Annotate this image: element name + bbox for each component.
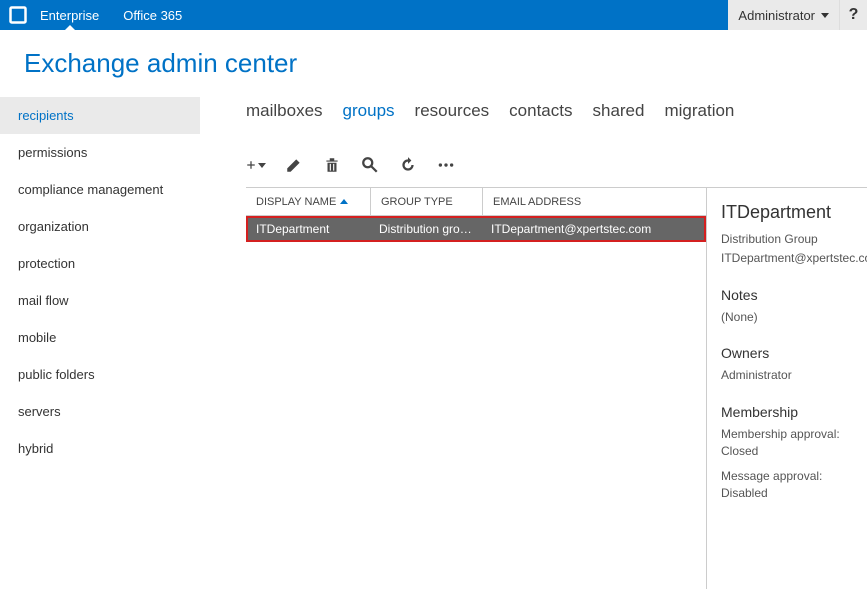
subtab-label: mailboxes — [246, 101, 323, 120]
sidebar-item-compliance[interactable]: compliance management — [0, 171, 200, 208]
details-grouptype: Distribution Group — [721, 231, 861, 248]
topbar-tab-enterprise[interactable]: Enterprise — [28, 0, 111, 30]
sidebar-item-mobile[interactable]: mobile — [0, 319, 200, 356]
sidebar-item-recipients[interactable]: recipients — [0, 97, 200, 134]
tab-label: Enterprise — [40, 8, 99, 23]
column-label: DISPLAY NAME — [256, 196, 336, 208]
more-button[interactable] — [436, 155, 456, 175]
details-message-approval-value: Disabled — [721, 485, 861, 502]
search-icon — [361, 156, 379, 174]
details-owners-value: Administrator — [721, 367, 861, 384]
topbar-tab-office365[interactable]: Office 365 — [111, 0, 194, 30]
column-label: EMAIL ADDRESS — [493, 196, 581, 208]
pencil-icon — [285, 156, 303, 174]
sidebar-item-permissions[interactable]: permissions — [0, 134, 200, 171]
plus-icon — [246, 156, 256, 174]
subtab-contacts[interactable]: contacts — [509, 101, 572, 121]
sidebar-item-label: mail flow — [18, 293, 69, 308]
details-message-approval-label: Message approval: — [721, 468, 861, 485]
sidebar-item-label: protection — [18, 256, 75, 271]
sidebar-item-servers[interactable]: servers — [0, 393, 200, 430]
subtab-label: groups — [343, 101, 395, 120]
help-icon: ? — [849, 6, 859, 24]
subtab-label: resources — [415, 101, 490, 120]
toolbar — [246, 149, 867, 187]
sidebar-item-label: organization — [18, 219, 89, 234]
subtab-resources[interactable]: resources — [415, 101, 490, 121]
column-label: GROUP TYPE — [381, 196, 453, 208]
subtab-label: migration — [664, 101, 734, 120]
details-pane: ITDepartment Distribution Group ITDepart… — [706, 187, 867, 589]
groups-table: DISPLAY NAME GROUP TYPE EMAIL ADDRESS IT… — [246, 187, 706, 589]
details-section-membership: Membership — [721, 404, 861, 420]
details-title: ITDepartment — [721, 202, 861, 223]
details-email: ITDepartment@xpertstec.com — [721, 250, 861, 267]
user-label: Administrator — [738, 8, 815, 23]
subtabs: mailboxes groups resources contacts shar… — [246, 97, 867, 149]
sidebar-item-label: recipients — [18, 108, 74, 123]
office-logo-icon — [8, 5, 28, 25]
caret-down-icon — [258, 163, 266, 168]
trash-icon — [323, 156, 341, 174]
cell-displayname: ITDepartment — [248, 222, 371, 236]
details-notes-value: (None) — [721, 309, 861, 326]
subtab-groups[interactable]: groups — [343, 101, 395, 121]
sidebar-item-publicfolders[interactable]: public folders — [0, 356, 200, 393]
subtab-migration[interactable]: migration — [664, 101, 734, 121]
sidebar-item-mailflow[interactable]: mail flow — [0, 282, 200, 319]
column-header-grouptype[interactable]: GROUP TYPE — [371, 188, 483, 215]
refresh-icon — [399, 156, 417, 174]
user-dropdown[interactable]: Administrator — [728, 0, 839, 30]
ellipsis-icon — [437, 156, 455, 174]
sort-ascending-icon — [340, 199, 348, 204]
sidebar-item-label: servers — [18, 404, 61, 419]
sidebar-item-label: permissions — [18, 145, 87, 160]
table-header: DISPLAY NAME GROUP TYPE EMAIL ADDRESS — [246, 188, 706, 216]
column-header-displayname[interactable]: DISPLAY NAME — [246, 188, 371, 215]
table-row[interactable]: ITDepartment Distribution gro… ITDepartm… — [246, 216, 706, 242]
sidebar-item-label: mobile — [18, 330, 56, 345]
sidebar: recipients permissions compliance manage… — [0, 97, 200, 589]
tab-label: Office 365 — [123, 8, 182, 23]
details-membership-approval-label: Membership approval: — [721, 426, 861, 443]
edit-button[interactable] — [284, 155, 304, 175]
sidebar-item-hybrid[interactable]: hybrid — [0, 430, 200, 467]
details-section-owners: Owners — [721, 345, 861, 361]
cell-email: ITDepartment@xpertstec.com — [483, 222, 704, 236]
subtab-shared[interactable]: shared — [592, 101, 644, 121]
column-header-email[interactable]: EMAIL ADDRESS — [483, 188, 706, 215]
delete-button[interactable] — [322, 155, 342, 175]
sidebar-item-label: hybrid — [18, 441, 53, 456]
help-button[interactable]: ? — [839, 0, 867, 30]
subtab-mailboxes[interactable]: mailboxes — [246, 101, 323, 121]
details-membership-approval-value: Closed — [721, 443, 861, 460]
sidebar-item-label: public folders — [18, 367, 95, 382]
add-button[interactable] — [246, 155, 266, 175]
sidebar-item-organization[interactable]: organization — [0, 208, 200, 245]
sidebar-item-protection[interactable]: protection — [0, 245, 200, 282]
search-button[interactable] — [360, 155, 380, 175]
subtab-label: contacts — [509, 101, 572, 120]
subtab-label: shared — [592, 101, 644, 120]
caret-down-icon — [821, 13, 829, 18]
sidebar-item-label: compliance management — [18, 182, 163, 197]
details-section-notes: Notes — [721, 287, 861, 303]
topbar: Enterprise Office 365 Administrator ? — [0, 0, 867, 30]
refresh-button[interactable] — [398, 155, 418, 175]
page-title: Exchange admin center — [0, 30, 867, 97]
cell-grouptype: Distribution gro… — [371, 222, 483, 236]
